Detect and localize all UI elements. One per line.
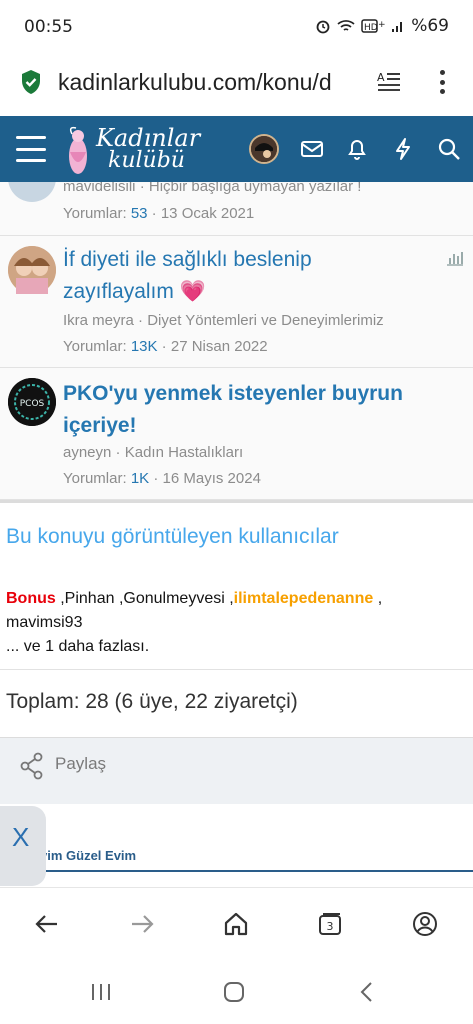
thread-date: 27 Nisan 2022: [170, 338, 268, 355]
battery-level: %69: [411, 16, 449, 36]
replies-count[interactable]: 1K: [131, 470, 149, 487]
wifi-icon: [337, 20, 355, 31]
lightning-icon[interactable]: [390, 136, 416, 162]
system-back-icon[interactable]: [355, 980, 379, 1004]
svg-text:A: A: [377, 71, 385, 84]
total-visitors: Toplam: 28 (6 üye, 22 ziyaretçi): [0, 670, 473, 738]
thread-author[interactable]: Ikra meyra: [63, 312, 134, 329]
forward-arrow-icon[interactable]: [128, 910, 156, 938]
status-bar: 00:55 HD + %69: [0, 0, 473, 52]
viewers-block: Bu konuyu görüntüleyen kullanıcılar Bonu…: [0, 500, 473, 670]
thread-meta: ayneyn · Kadın Hastalıkları: [63, 444, 244, 461]
secure-shield-icon[interactable]: [20, 69, 42, 95]
share-section: Paylaş vim Güzel Evim: [0, 738, 473, 887]
status-time: 00:55: [24, 17, 73, 37]
thread-date: 13 Ocak 2021: [160, 205, 255, 222]
bell-icon[interactable]: [344, 136, 370, 162]
thread-title[interactable]: PKO'yu yenmek isteyenler buyrun içeriye!: [63, 378, 423, 442]
replies-label: Yorumlar:: [63, 470, 127, 487]
replies-label: Yorumlar:: [63, 205, 127, 222]
mail-icon[interactable]: [299, 136, 325, 162]
viewer-user[interactable]: Gonulmeyvesi: [123, 590, 224, 607]
status-icons: HD + %69: [315, 16, 449, 36]
viewers-heading[interactable]: Bu konuyu görüntüleyen kullanıcılar: [6, 525, 339, 549]
thread-stats: Yorumlar: 13K · 27 Nisan 2022: [63, 338, 268, 355]
thread-meta: mavidelisili · Hiçbir başlığa uymayan ya…: [63, 182, 361, 195]
thread-forum[interactable]: Diyet Yöntemleri ve Deneyimlerimiz: [147, 312, 383, 329]
hamburger-menu-icon[interactable]: [16, 136, 46, 162]
replies-count[interactable]: 13K: [131, 338, 158, 355]
total-text: Toplam: 28 (6 üye, 22 ziyaretçi): [6, 690, 298, 713]
tab-count: 3: [327, 920, 334, 933]
thread-stats: Yorumlar: 53 · 13 Ocak 2021: [63, 205, 255, 222]
stats-chart-icon[interactable]: [446, 250, 464, 266]
thread-meta: Ikra meyra · Diyet Yöntemleri ve Deneyim…: [63, 312, 384, 329]
pcos-text: PCOS: [20, 399, 45, 409]
site-header: Kadınlar kulübü: [0, 116, 473, 182]
ad-banner-line: [40, 870, 473, 872]
svg-text:HD: HD: [364, 23, 378, 33]
thread-date: 16 Mayıs 2024: [162, 470, 261, 487]
thread-author[interactable]: mavidelisili: [63, 182, 136, 195]
thread-forum[interactable]: Hiçbir başlığa uymayan yazılar !: [149, 182, 362, 195]
replies-count[interactable]: 53: [131, 205, 148, 222]
viewers-list: Bonus ,Pinhan ,Gonulmeyvesi ,ilimtaleped…: [6, 590, 383, 655]
thread-avatar[interactable]: PCOS: [8, 378, 56, 426]
browser-url-bar: kadinlarkulubu.com/konu/d A: [0, 52, 473, 116]
recent-apps-icon[interactable]: [89, 980, 113, 1004]
thread-item[interactable]: mavidelisili · Hiçbir başlığa uymayan ya…: [0, 182, 473, 236]
system-nav-bar: [0, 960, 473, 1024]
cell-signal-icon: [392, 22, 403, 32]
system-home-icon[interactable]: [222, 980, 246, 1004]
browser-bottom-bar: 3: [0, 887, 473, 960]
thread-item[interactable]: İf diyeti ile sağlıklı beslenip zayıflay…: [0, 236, 473, 368]
url-text[interactable]: kadinlarkulubu.com/konu/d: [58, 69, 360, 96]
viewer-user[interactable]: Bonus: [6, 590, 56, 607]
thread-item[interactable]: PCOS PKO'yu yenmek isteyenler buyrun içe…: [0, 368, 473, 500]
share-icon[interactable]: [20, 752, 44, 780]
close-icon: X: [12, 822, 30, 852]
viewer-user[interactable]: mavimsi93: [6, 614, 82, 631]
viewers-more: ... ve 1 daha fazlası.: [6, 638, 150, 655]
home-icon[interactable]: [222, 910, 250, 938]
svg-text:+: +: [378, 20, 385, 30]
user-avatar[interactable]: [249, 134, 279, 164]
thread-author[interactable]: ayneyn: [63, 444, 111, 461]
tabs-icon[interactable]: 3: [316, 910, 344, 938]
thread-stats: Yorumlar: 1K · 16 Mayıs 2024: [63, 470, 261, 487]
heart-emoji: 💗: [179, 280, 206, 303]
search-icon[interactable]: [436, 136, 462, 162]
alarm-icon: [316, 20, 330, 34]
ad-close-button[interactable]: X: [0, 806, 46, 886]
hd-signal-icon: HD +: [361, 19, 385, 33]
viewer-user[interactable]: ilimtalepedenanne: [234, 590, 374, 607]
thread-forum[interactable]: Kadın Hastalıkları: [125, 444, 243, 461]
thread-avatar[interactable]: [8, 182, 56, 202]
logo-text-line2: kulübü: [108, 148, 185, 173]
reader-mode-icon[interactable]: A: [376, 70, 402, 94]
viewer-user[interactable]: Pinhan: [65, 590, 115, 607]
replies-label: Yorumlar:: [63, 338, 127, 355]
browser-menu-button[interactable]: [432, 68, 452, 96]
back-arrow-icon[interactable]: [33, 910, 61, 938]
thread-title[interactable]: İf diyeti ile sağlıklı beslenip zayıflay…: [63, 244, 423, 308]
thread-avatar[interactable]: [8, 246, 56, 294]
account-icon[interactable]: [411, 910, 439, 938]
share-label[interactable]: Paylaş: [55, 754, 106, 774]
ad-banner[interactable]: [0, 804, 473, 887]
page-content: mavidelisili · Hiçbir başlığa uymayan ya…: [0, 182, 473, 887]
ad-banner-text[interactable]: vim Güzel Evim: [40, 848, 136, 863]
